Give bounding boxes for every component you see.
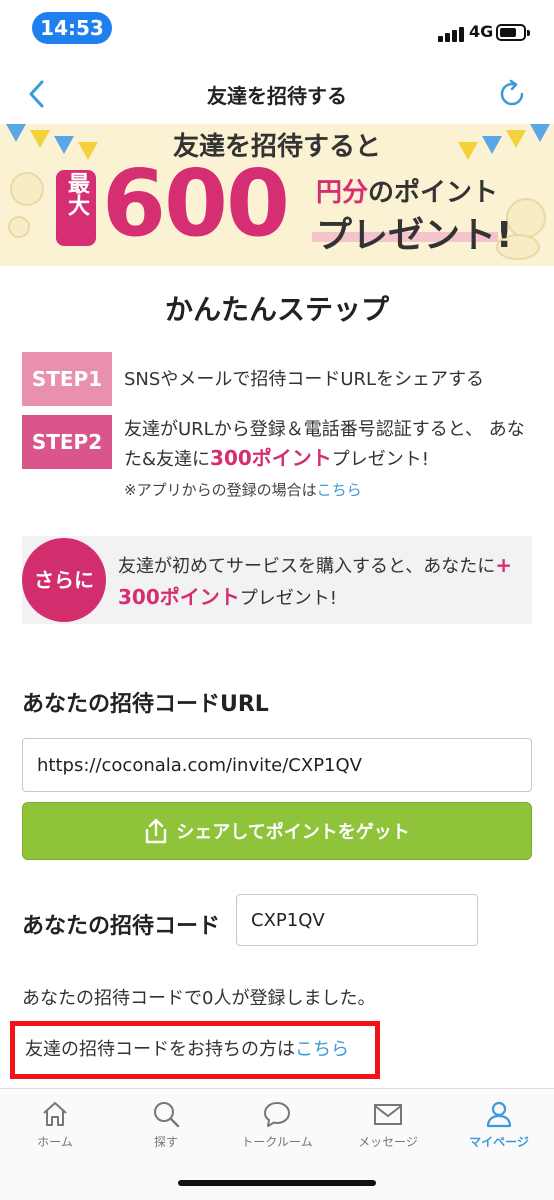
banner-max-label: 最大 [56, 170, 96, 246]
bonus-text: 友達が初めてサービスを購入すると、あなたに+ 300ポイントプレゼント! [118, 550, 528, 614]
tab-message-label: メッセージ [358, 1135, 418, 1149]
step2-badge: STEP2 [22, 415, 112, 469]
bonus-box: さらに 友達が初めてサービスを購入すると、あなたに+ 300ポイントプレゼント! [22, 536, 532, 624]
nav-bar: 友達を招待する [0, 60, 554, 126]
step1-badge: STEP1 [22, 352, 112, 406]
steps-title: かんたんステップ [164, 293, 389, 326]
app-register-note: ※アプリからの登録の場合はこちら [124, 479, 362, 500]
person-icon [486, 1101, 512, 1128]
step2-points: 300ポイント [210, 446, 332, 470]
bonus-points: 300ポイント [118, 585, 240, 609]
share-icon [146, 818, 167, 844]
coin-decoration [8, 216, 30, 238]
banner-unit: 円分のポイント [316, 172, 498, 209]
tab-search-label: 探す [153, 1135, 178, 1149]
share-button-label: シェアしてポイントをゲット [176, 822, 410, 843]
tab-home[interactable]: ホーム [0, 1099, 110, 1150]
tab-search[interactable]: 探す [111, 1099, 221, 1150]
tab-home-label: ホーム [37, 1135, 73, 1149]
status-bar: 14:53 4G [0, 0, 554, 56]
bonus-plus: + [495, 553, 513, 577]
banner-present: プレゼント! [316, 215, 513, 256]
tab-talkroom-label: トークルーム [241, 1135, 313, 1149]
app-register-link[interactable]: こちら [317, 481, 362, 499]
tab-talkroom[interactable]: トークルーム [222, 1099, 332, 1150]
mail-icon [374, 1104, 402, 1125]
step2-text-after: プレゼント! [331, 449, 430, 470]
bonus-text-before: 友達が初めてサービスを購入すると、あなたに [118, 556, 496, 577]
step2-text: 友達がURLから登録＆電話番号認証すると、 あなた&友達に300ポイントプレゼン… [124, 416, 534, 474]
note-text: ※アプリからの登録の場合は [124, 481, 317, 499]
tab-message[interactable]: メッセージ [333, 1099, 443, 1150]
have-code-link[interactable]: こちら [295, 1039, 349, 1060]
invite-url-label: あなたの招待コードURL [22, 692, 269, 717]
banner-max-text: 最大 [64, 172, 89, 216]
invite-code-label: あなたの招待コード [22, 914, 221, 939]
tab-mypage[interactable]: マイページ [444, 1099, 554, 1150]
coin-decoration [10, 172, 44, 206]
share-button[interactable]: シェアしてポイントをゲット [22, 802, 532, 860]
campaign-banner: 友達を招待すると 最大 600 円分のポイント プレゼント! [0, 124, 554, 266]
invite-url-field[interactable] [22, 738, 532, 792]
chat-icon [264, 1102, 290, 1127]
banner-unit-suffix: のポイント [368, 178, 499, 208]
battery-icon [496, 24, 530, 41]
bonus-text-after: プレゼント! [239, 588, 337, 609]
have-code-row: 友達の招待コードをお持ちの方はこちら [10, 1021, 380, 1079]
tab-mypage-label: マイページ [469, 1135, 529, 1149]
refresh-button[interactable] [492, 74, 532, 114]
registered-count-text: あなたの招待コードで0人が登録しました。 [22, 988, 376, 1009]
banner-amount: 600 [102, 150, 290, 257]
home-indicator [178, 1180, 376, 1186]
page-title: 友達を招待する [207, 84, 347, 108]
step1-text: SNSやメールで招待コードURLをシェアする [124, 369, 485, 390]
bonus-badge: さらに [22, 538, 106, 622]
network-label: 4G [469, 22, 494, 41]
signal-icon [438, 24, 466, 42]
search-icon [154, 1102, 180, 1128]
banner-unit-text: 円分 [316, 178, 369, 208]
status-time: 14:53 [32, 12, 112, 44]
home-icon [43, 1102, 67, 1126]
have-code-text: 友達の招待コードをお持ちの方は [25, 1039, 295, 1060]
refresh-icon [500, 79, 524, 106]
invite-code-field[interactable] [236, 894, 478, 946]
